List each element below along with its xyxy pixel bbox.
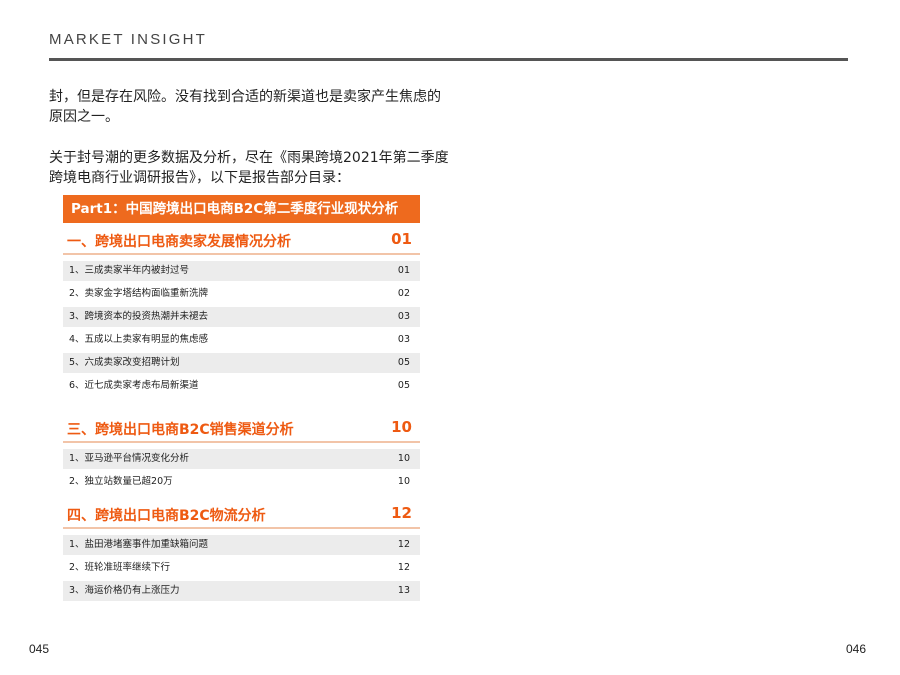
- toc-item: 6、近七成卖家考虑布局新渠道 05: [63, 376, 420, 396]
- toc-item-label: 2、卖家金字塔结构面临重新洗牌: [69, 288, 209, 299]
- toc-item-page: 05: [397, 380, 410, 391]
- toc-item-page: 03: [397, 311, 410, 322]
- toc-section-1: 一、跨境出口电商卖家发展情况分析 01 1、三成卖家半年内被封过号 01 2、卖…: [63, 229, 420, 396]
- toc-section-title: 一、跨境出口电商卖家发展情况分析: [67, 234, 291, 250]
- toc-item: 2、卖家金字塔结构面临重新洗牌 02: [63, 284, 420, 304]
- toc-item-label: 1、亚马逊平台情况变化分析: [69, 453, 190, 464]
- toc-section-page: 01: [391, 230, 412, 248]
- toc-item-page: 10: [397, 476, 410, 487]
- toc-item-page: 03: [397, 334, 410, 345]
- toc-item-page: 12: [397, 539, 410, 550]
- toc-section-header: 四、跨境出口电商B2C物流分析 12: [63, 503, 420, 529]
- page-number-right: 046: [846, 642, 867, 656]
- toc-item: 3、海运价格仍有上涨压力 13: [63, 581, 420, 601]
- toc-item-label: 4、五成以上卖家有明显的焦虑感: [69, 334, 209, 345]
- body-paragraph-2: 关于封号潮的更多数据及分析，尽在《雨果跨境2021年第二季度跨境电商行业调研报告…: [49, 150, 449, 186]
- toc-item-page: 10: [397, 453, 410, 464]
- page-header-title: MARKET INSIGHT: [49, 31, 208, 48]
- toc-section-title: 四、跨境出口电商B2C物流分析: [67, 508, 266, 524]
- page-number-left: 045: [29, 642, 50, 656]
- toc-item: 3、跨境资本的投资热潮并未褪去 03: [63, 307, 420, 327]
- toc-item: 1、盐田港堵塞事件加重缺箱问题 12: [63, 535, 420, 555]
- toc-item-label: 2、班轮准班率继续下行: [69, 562, 171, 573]
- toc-section-4: 四、跨境出口电商B2C物流分析 12 1、盐田港堵塞事件加重缺箱问题 12 2、…: [63, 503, 420, 601]
- body-paragraph-1: 封，但是存在风险。没有找到合适的新渠道也是卖家产生焦虑的原因之一。: [49, 89, 441, 125]
- toc-item-label: 1、三成卖家半年内被封过号: [69, 265, 190, 276]
- toc-section-3: 三、跨境出口电商B2C销售渠道分析 10 1、亚马逊平台情况变化分析 10 2、…: [63, 417, 420, 492]
- toc-item-label: 3、跨境资本的投资热潮并未褪去: [69, 311, 209, 322]
- toc-banner: Part1：中国跨境出口电商B2C第二季度行业现状分析: [63, 195, 420, 223]
- toc-item-page: 01: [397, 265, 410, 276]
- toc-section-page: 12: [391, 504, 412, 522]
- toc-section-title: 三、跨境出口电商B2C销售渠道分析: [67, 422, 294, 438]
- report-toc-image: Part1：中国跨境出口电商B2C第二季度行业现状分析 一、跨境出口电商卖家发展…: [63, 195, 420, 610]
- toc-section-header: 一、跨境出口电商卖家发展情况分析 01: [63, 229, 420, 255]
- toc-item-page: 02: [397, 288, 410, 299]
- toc-item-page: 13: [397, 585, 410, 596]
- toc-item: 2、独立站数量已超20万 10: [63, 472, 420, 492]
- toc-item-label: 5、六成卖家改变招聘计划: [69, 357, 180, 368]
- toc-item-page: 12: [397, 562, 410, 573]
- toc-section-page: 10: [391, 418, 412, 436]
- toc-section-header: 三、跨境出口电商B2C销售渠道分析 10: [63, 417, 420, 443]
- toc-item-page: 05: [397, 357, 410, 368]
- toc-item: 1、三成卖家半年内被封过号 01: [63, 261, 420, 281]
- toc-item: 4、五成以上卖家有明显的焦虑感 03: [63, 330, 420, 350]
- toc-item-label: 6、近七成卖家考虑布局新渠道: [69, 380, 199, 391]
- header-divider: [49, 58, 848, 61]
- toc-item: 5、六成卖家改变招聘计划 05: [63, 353, 420, 373]
- toc-item-label: 1、盐田港堵塞事件加重缺箱问题: [69, 539, 209, 550]
- toc-item-label: 2、独立站数量已超20万: [69, 476, 173, 487]
- toc-item: 2、班轮准班率继续下行 12: [63, 558, 420, 578]
- toc-item: 1、亚马逊平台情况变化分析 10: [63, 449, 420, 469]
- toc-item-label: 3、海运价格仍有上涨压力: [69, 585, 180, 596]
- body-text: 封，但是存在风险。没有找到合适的新渠道也是卖家产生焦虑的原因之一。 关于封号潮的…: [49, 87, 449, 209]
